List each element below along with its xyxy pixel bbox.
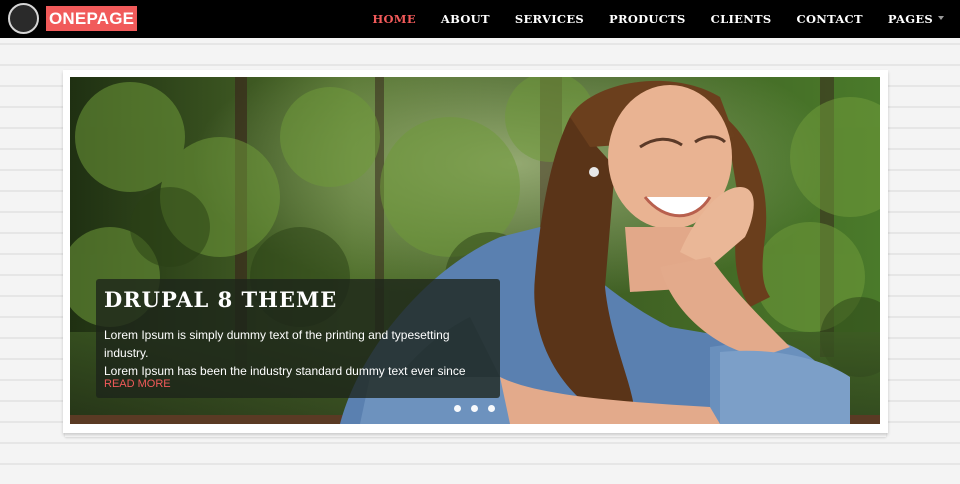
logo-icon[interactable] <box>8 3 39 34</box>
slider-dot[interactable] <box>454 405 461 412</box>
slider-dot[interactable] <box>471 405 478 412</box>
slide-description: Lorem Ipsum is simply dummy text of the … <box>104 326 496 380</box>
slider-dot[interactable] <box>488 405 495 412</box>
nav-item-pages[interactable]: PAGES <box>888 12 944 26</box>
slide-caption: DRUPAL 8 THEME Lorem Ipsum is simply dum… <box>96 279 500 398</box>
top-navbar: ONEPAGE HOME ABOUT SERVICES PRODUCTS CLI… <box>0 0 960 38</box>
slider-pagination <box>454 405 505 412</box>
read-more-link[interactable]: READ MORE <box>104 378 171 390</box>
nav-item-services[interactable]: SERVICES <box>515 12 584 26</box>
main-nav: HOME ABOUT SERVICES PRODUCTS CLIENTS CON… <box>347 0 960 38</box>
nav-item-clients[interactable]: CLIENTS <box>711 12 772 26</box>
slide-description-line: Lorem Ipsum is simply dummy text of the … <box>104 328 450 360</box>
caret-down-icon <box>938 16 944 20</box>
hero-slider-card: DRUPAL 8 THEME Lorem Ipsum is simply dum… <box>63 70 888 433</box>
nav-item-contact[interactable]: CONTACT <box>797 12 863 26</box>
nav-item-about[interactable]: ABOUT <box>441 12 490 26</box>
nav-item-products[interactable]: PRODUCTS <box>609 12 686 26</box>
slide-title: DRUPAL 8 THEME <box>104 287 338 312</box>
brand-logo[interactable]: ONEPAGE <box>46 6 138 31</box>
nav-item-pages-label: PAGES <box>887 12 933 26</box>
nav-item-home[interactable]: HOME <box>372 12 416 26</box>
hero-slide: DRUPAL 8 THEME Lorem Ipsum is simply dum… <box>70 77 880 424</box>
